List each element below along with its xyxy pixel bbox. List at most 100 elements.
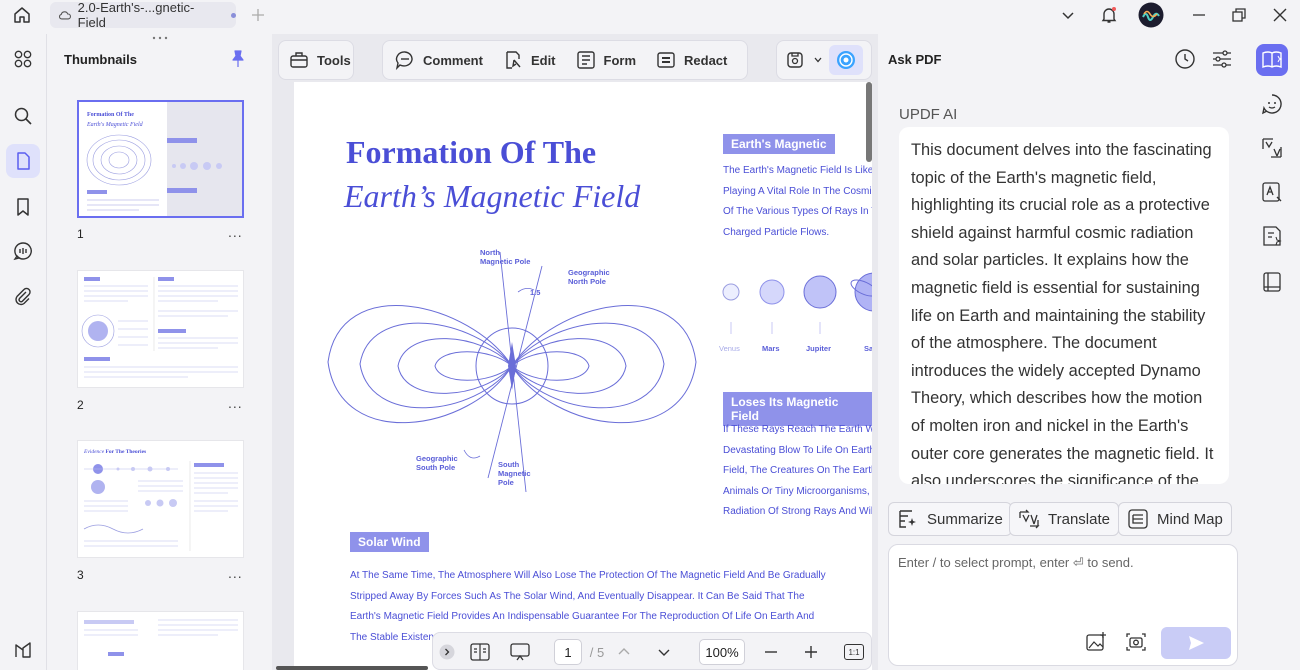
previous-page-icon[interactable]: [611, 633, 637, 670]
section1-text: The Earth's Magnetic Field Is Like A Pla…: [723, 161, 872, 243]
diagram-label-north-magnetic: NorthMagnetic Pole: [480, 248, 530, 266]
extra-tools-group: [776, 40, 872, 80]
ai-message-bubble: This document delves into the fascinatin…: [899, 127, 1229, 484]
document-tab[interactable]: 2.0-Earth's-...gnetic-Field: [50, 2, 236, 28]
brand-logo-icon[interactable]: [6, 633, 40, 667]
page-thumbnail-2[interactable]: [77, 270, 244, 388]
ai-chat-face-icon[interactable]: [1256, 88, 1288, 120]
ai-orb-icon: [835, 49, 857, 71]
cloud-icon: [58, 8, 72, 22]
edit-icon: [503, 50, 523, 70]
form-label: Form: [604, 53, 637, 68]
thumbnail-page-number: 3: [77, 568, 84, 582]
actual-size-button[interactable]: 1:1: [841, 633, 867, 670]
ai-assistant-button[interactable]: [829, 45, 863, 75]
redact-icon: [656, 50, 676, 70]
toolbox-icon: [289, 50, 309, 70]
page-navigation-bar: 1 / 5 100% 1:1: [432, 632, 872, 670]
bell-icon[interactable]: [1098, 4, 1120, 26]
new-tab-plus-icon[interactable]: [247, 4, 269, 26]
bookmark-icon[interactable]: [6, 190, 40, 224]
planet-label-mars: Mars: [762, 344, 780, 353]
mind-map-icon: [1127, 508, 1149, 530]
history-clock-icon[interactable]: [1174, 48, 1196, 70]
page-thumbnail-1[interactable]: Formation Of The Earth's Magnetic Field: [77, 100, 244, 218]
redact-button[interactable]: Redact: [646, 41, 737, 79]
dropdown-chevron-icon[interactable]: [813, 55, 823, 65]
page-thumbnail-3[interactable]: Evidence For The Theories: [77, 440, 244, 558]
restore-icon[interactable]: [1228, 4, 1250, 26]
ask-pdf-tab-icon[interactable]: [1256, 44, 1288, 76]
right-rail: [1248, 30, 1300, 670]
add-image-icon[interactable]: [1085, 631, 1107, 653]
tools-label: Tools: [317, 53, 351, 68]
zoom-in-icon[interactable]: [799, 633, 823, 670]
comments-list-icon[interactable]: [6, 234, 40, 268]
comment-button[interactable]: Comment: [383, 41, 493, 79]
prompt-placeholder: Enter / to select prompt, enter ⏎ to sen…: [898, 555, 1134, 571]
section-tag-earths-magnetic: Earth's Magnetic: [723, 134, 835, 154]
summarize-icon: [897, 508, 919, 530]
zoom-level-input[interactable]: 100%: [699, 639, 745, 665]
vertical-scrollbar[interactable]: [866, 82, 872, 162]
assistant-name: UPDF AI: [899, 106, 957, 123]
save-menu-button[interactable]: [777, 50, 813, 70]
diagram-label-angle: 1.5: [530, 288, 540, 297]
page-thumbnail-4[interactable]: [77, 611, 244, 670]
mind-map-label: Mind Map: [1157, 511, 1223, 528]
close-icon[interactable]: [1269, 4, 1291, 26]
tools-group: Tools: [278, 40, 354, 80]
zoom-out-icon[interactable]: [759, 633, 783, 670]
summarize-button[interactable]: Summarize: [888, 502, 1012, 536]
summary-doc-icon[interactable]: [1256, 220, 1288, 252]
translate-doc-icon[interactable]: [1256, 132, 1288, 164]
edit-button[interactable]: Edit: [493, 41, 566, 79]
search-icon[interactable]: [6, 99, 40, 133]
collapse-chevron-icon[interactable]: [437, 633, 457, 670]
tools-button[interactable]: Tools: [279, 41, 361, 79]
reader-book-icon[interactable]: [1256, 266, 1288, 298]
drag-handle-icon[interactable]: [151, 34, 169, 42]
translate-button[interactable]: Translate: [1009, 502, 1119, 536]
thumbnail-page-number: 1: [77, 227, 84, 241]
translate-icon: [1018, 508, 1040, 530]
pdf-page: Formation Of The Earth’s Magnetic Field …: [294, 82, 872, 670]
thumbnails-panel: Thumbnails Formation Of The Earth's Magn…: [46, 34, 272, 670]
ask-pdf-panel: Ask PDF UPDF AI This document delves int…: [878, 34, 1248, 670]
page-layout-icon[interactable]: [467, 633, 493, 670]
thumbnail-more-button[interactable]: ...: [228, 395, 243, 411]
apps-grid-icon[interactable]: [6, 42, 40, 76]
form-button[interactable]: Form: [566, 41, 647, 79]
horizontal-scrollbar[interactable]: [276, 666, 428, 670]
thumbnail-page-number: 2: [77, 398, 84, 412]
mind-map-button[interactable]: Mind Map: [1118, 502, 1232, 536]
diagram-label-geo-south: GeographicSouth Pole: [416, 454, 458, 472]
planet-label-venus: Venus: [719, 344, 740, 353]
svg-text:Earth's Magnetic Field: Earth's Magnetic Field: [86, 122, 144, 128]
magnetic-field-diagram: [320, 242, 700, 492]
ocr-icon[interactable]: [1256, 176, 1288, 208]
thumbnail-more-button[interactable]: ...: [228, 224, 243, 240]
pages-icon[interactable]: [6, 144, 40, 178]
next-page-icon[interactable]: [651, 633, 677, 670]
presentation-icon[interactable]: [507, 633, 533, 670]
edit-tools-group: Comment Edit Form Redact: [382, 40, 748, 80]
screenshot-camera-icon[interactable]: [1125, 631, 1147, 653]
attachment-icon[interactable]: [6, 280, 40, 314]
thumbnail-more-button[interactable]: ...: [228, 565, 243, 581]
avatar[interactable]: [1138, 2, 1164, 28]
comment-icon: [395, 50, 415, 70]
save-icon: [785, 50, 805, 70]
page-number-input[interactable]: 1: [554, 639, 582, 665]
ask-pdf-title: Ask PDF: [888, 52, 941, 67]
send-button[interactable]: [1161, 627, 1231, 659]
chevron-down-icon[interactable]: [1057, 4, 1079, 26]
section2-text: If These Rays Reach The Earth With Devas…: [723, 420, 872, 523]
prompt-input-box[interactable]: Enter / to select prompt, enter ⏎ to sen…: [888, 544, 1238, 666]
settings-sliders-icon[interactable]: [1211, 48, 1233, 70]
home-icon[interactable]: [11, 4, 33, 26]
minimize-icon[interactable]: [1188, 4, 1210, 26]
diagram-label-geo-north: GeographicNorth Pole: [568, 268, 610, 286]
pin-icon[interactable]: [230, 50, 246, 68]
ai-message-text: This document delves into the fascinatin…: [911, 137, 1217, 484]
